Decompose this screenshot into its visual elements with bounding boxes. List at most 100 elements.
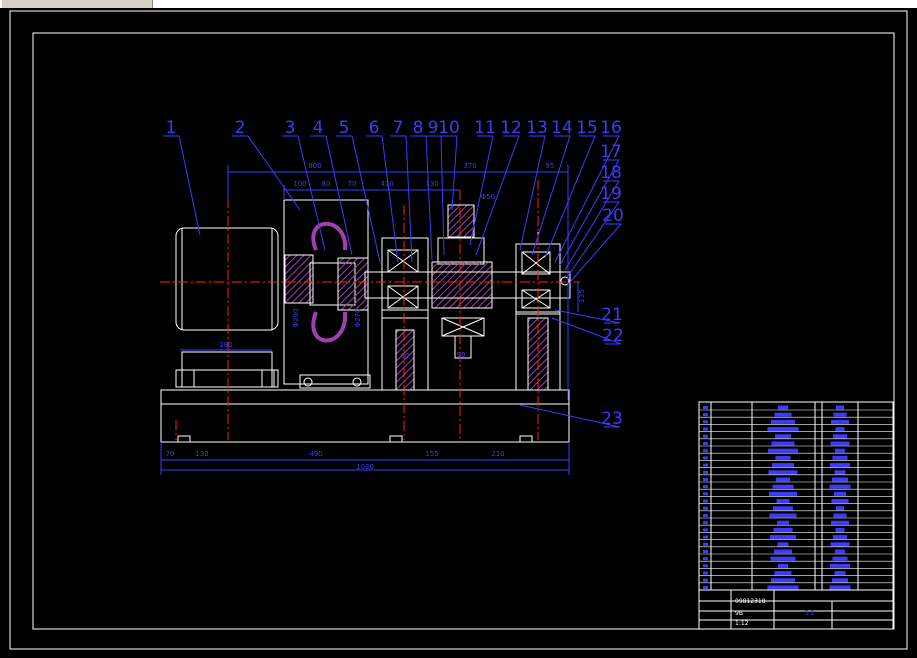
bom-index-cell [703,420,708,424]
bom-name-cell [772,463,794,468]
bom-index-cell [703,499,708,503]
bom-name-cell [770,556,796,561]
bom-material-cell [833,434,847,439]
bom-name-cell [768,470,798,475]
leader-2 [232,135,301,211]
part-label-12: 12 [500,118,522,138]
bom-material-cell [829,484,851,489]
bom-material-cell [833,412,847,417]
bom-index-cell [703,427,708,431]
bom-material-cell [834,470,846,475]
bom-index-cell [703,557,708,561]
bom-name-cell [774,571,792,576]
bom-material-cell [831,520,849,525]
bom-name-cell [767,427,799,432]
part-label-6: 6 [369,118,380,138]
bom-index-cell [703,586,708,589]
leader-7 [390,135,413,263]
bom-material-cell [833,513,847,518]
dim-row2-3: 70 [348,180,357,188]
part-label-13: 13 [526,118,548,138]
title-bar [0,0,917,8]
bom-index-cell [703,413,708,417]
part-label-5: 5 [339,118,350,138]
dim-top-right: 370 [463,162,476,170]
part-label-7: 7 [393,118,404,138]
leader-13 [519,135,546,251]
dimension-lines [160,165,579,475]
base-frame [160,389,570,443]
bom-index-cell [703,406,708,409]
bom-name-cell [769,513,797,518]
bom-material-cell [829,585,851,590]
motor [175,227,279,388]
dim-top-far-right: 95 [546,162,555,170]
leader-11 [469,135,494,246]
dim-coupling-2: Φ270 [354,309,362,328]
bom-material-cell [835,549,845,554]
leader-10 [441,135,458,211]
bom-material-cell [831,419,849,424]
bom-material-cell [833,535,847,540]
bom-material-cell [835,527,845,532]
bom-material-cell [832,578,848,583]
part-label-17: 17 [600,142,622,162]
bom-index-cell [703,571,708,575]
bom-index-cell [703,542,708,546]
dim-top-overall: 800 [308,162,321,170]
part-label-10: 10 [438,118,460,138]
bom-name-cell [775,455,791,460]
leader-5 [336,135,381,263]
bom-index-cell [703,449,708,453]
bom-index-cell [703,442,708,445]
dim-side-right: 135 [578,289,586,302]
bom-material-cell [831,499,849,504]
bom-material-cell [835,448,845,453]
bom-material-cell [836,405,844,410]
bom-index-cell [703,550,708,553]
bom-name-cell [768,448,798,453]
bom-name-cell [769,491,797,496]
bom-index-cell [703,521,708,525]
bom-name-cell [778,405,788,410]
part-label-1: 1 [166,118,177,138]
bom-index-cell [703,492,708,496]
bom-material-cell [836,506,844,511]
title-scale: 1:1 [805,610,815,617]
window-tab[interactable] [2,0,153,8]
dim-support-1: 90 [401,352,410,360]
bom-name-cell [778,563,788,568]
dim-bottom-3: 490 [309,450,322,458]
bom-material-cell [832,477,848,482]
part-label-19: 19 [600,184,622,204]
bom-index-cell [703,456,708,460]
bom-index-cell [703,485,708,489]
bom-material-cell [830,542,850,547]
dim-bottom-1: 70 [166,450,175,458]
dim-bottom-overall: 1030 [356,463,374,471]
bom-index-cell [703,470,708,474]
dim-shaft: Φ50 [481,193,495,201]
bom-material-cell [834,491,846,496]
cad-drawing-area[interactable]: 800 370 95 100 80 70 410 130 Φ50 280 70 130 490 155 21… [0,8,917,654]
part-label-11: 11 [474,118,496,138]
bom-name-cell [776,477,790,482]
part-label-23: 23 [601,409,623,429]
bom-name-cell [767,585,799,590]
part-label-9: 9 [428,118,439,138]
bom-index-cell [703,478,708,481]
bom-index-cell [703,463,708,467]
leader-14 [531,135,571,256]
part-label-3: 3 [285,118,296,138]
bom-name-cell [775,434,791,439]
dim-coupling-1: Φ200 [292,309,300,328]
bom-name-cell [774,549,792,554]
part-label-15: 15 [576,118,598,138]
leader-1 [163,135,201,236]
assembly-drawing: 800 370 95100 80 70 410 130Φ5028070 130 490 155 21… [9,10,908,650]
bom-index-cell [703,528,708,532]
bom-index-cell [703,514,708,517]
bom-material-cell [830,563,850,568]
dim-row2-4: 410 [380,180,393,188]
dim-bottom-2: 130 [195,450,208,458]
